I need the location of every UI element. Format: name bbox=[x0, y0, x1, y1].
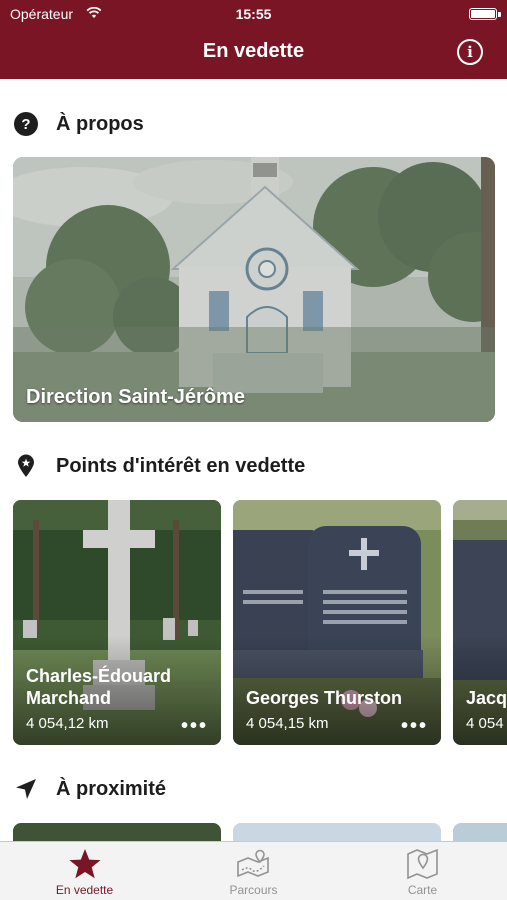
about-hero-card[interactable]: Direction Saint-Jérôme bbox=[13, 157, 495, 422]
info-icon[interactable]: i bbox=[457, 39, 483, 65]
section-featured-header: Points d'intérêt en vedette bbox=[14, 451, 305, 481]
star-icon bbox=[68, 849, 101, 879]
route-map-icon bbox=[236, 849, 269, 878]
tab-label: En vedette bbox=[55, 883, 114, 897]
tab-parcours[interactable]: Parcours bbox=[169, 842, 338, 900]
poi-distance: 4 054,15 km bbox=[246, 715, 329, 732]
tab-label: Parcours bbox=[229, 883, 278, 897]
poi-name: Georges Thurston bbox=[246, 688, 403, 708]
tab-label: Carte bbox=[407, 883, 438, 897]
battery-icon bbox=[469, 8, 501, 20]
poi-card[interactable]: Charles-Édouard Marchand 4 054,12 km ••• bbox=[13, 500, 221, 745]
section-nearby-header: À proximité bbox=[14, 774, 166, 804]
section-about-header: ? À propos bbox=[14, 109, 144, 139]
tab-en-vedette[interactable]: En vedette bbox=[0, 842, 169, 900]
status-time: 15:55 bbox=[235, 6, 272, 22]
nearby-carousel[interactable] bbox=[13, 823, 507, 841]
more-options-icon[interactable]: ••• bbox=[181, 716, 208, 736]
folded-map-icon bbox=[406, 848, 438, 880]
more-options-icon[interactable]: ••• bbox=[401, 716, 428, 736]
question-icon: ? bbox=[14, 112, 38, 136]
church-photo bbox=[13, 157, 495, 422]
section-about-title: À propos bbox=[56, 112, 144, 135]
poi-name: Charles-Édouard Marchand bbox=[26, 666, 172, 708]
featured-carousel[interactable]: Charles-Édouard Marchand 4 054,12 km ••• bbox=[13, 500, 507, 746]
featured-content[interactable]: ? À propos Direction Saint-Jérôme Points… bbox=[0, 79, 507, 841]
nearby-card[interactable] bbox=[13, 823, 221, 841]
location-arrow-icon bbox=[14, 777, 38, 801]
poi-card[interactable]: Jacq Loca 4 054 bbox=[453, 500, 507, 745]
tab-bar: En vedette Parcours Carte bbox=[0, 841, 507, 900]
navigation-bar: Opérateur 15:55 En vedette i bbox=[0, 0, 507, 79]
section-featured-title: Points d'intérêt en vedette bbox=[56, 454, 306, 477]
poi-distance: 4 054,12 km bbox=[26, 715, 109, 732]
poi-name: Jacq Loca bbox=[466, 688, 507, 708]
tab-carte[interactable]: Carte bbox=[338, 842, 507, 900]
hero-label: Direction Saint-Jérôme bbox=[26, 386, 245, 408]
map-pin-icon bbox=[14, 454, 38, 478]
poi-card[interactable]: Georges Thurston 4 054,15 km ••• bbox=[233, 500, 441, 745]
status-bar: Opérateur 15:55 bbox=[0, 0, 507, 28]
poi-distance: 4 054 bbox=[466, 715, 504, 732]
nearby-card[interactable] bbox=[233, 823, 441, 841]
section-nearby-title: À proximité bbox=[56, 777, 167, 800]
nearby-card[interactable] bbox=[453, 823, 507, 841]
page-title: En vedette bbox=[202, 40, 305, 62]
